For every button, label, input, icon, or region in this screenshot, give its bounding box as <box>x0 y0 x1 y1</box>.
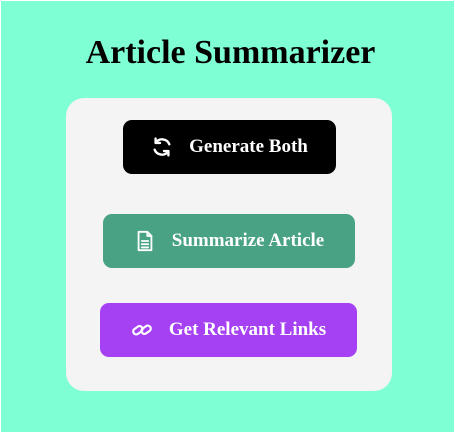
actions-card: Generate Both Summarize Article Get Rele… <box>66 98 392 391</box>
generate-both-button[interactable]: Generate Both <box>123 120 336 174</box>
link-icon <box>131 319 153 341</box>
app-background: Article Summarizer Generate Both Summari… <box>1 1 454 432</box>
page-title: Article Summarizer <box>85 34 376 71</box>
generate-both-label: Generate Both <box>189 136 308 157</box>
refresh-icon <box>151 136 173 158</box>
summarize-article-button[interactable]: Summarize Article <box>103 214 355 268</box>
get-relevant-links-label: Get Relevant Links <box>168 319 327 340</box>
get-relevant-links-button[interactable]: Get Relevant Links <box>100 303 357 357</box>
document-icon <box>134 230 156 252</box>
summarize-article-label: Summarize Article <box>171 230 325 251</box>
